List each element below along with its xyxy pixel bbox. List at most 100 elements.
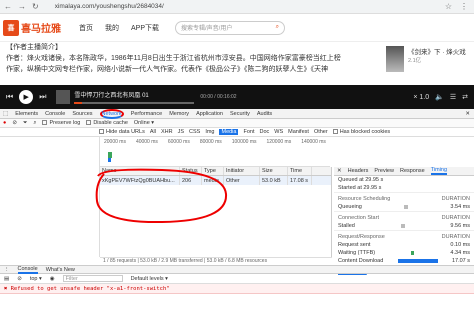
reload-icon[interactable]: ↻ <box>32 2 39 11</box>
levels-select[interactable]: Default levels ▾ <box>131 276 168 282</box>
search-icon[interactable]: ⌕ <box>276 24 279 31</box>
play-count: 2.1亿 <box>408 58 422 64</box>
filter-doc[interactable]: Doc <box>259 129 269 135</box>
clear-console-icon[interactable]: ⊘ <box>17 276 22 282</box>
volume-icon[interactable]: 🔈 <box>435 93 444 101</box>
search-input[interactable]: 搜索专辑/声音/用户 ⌕ <box>175 20 286 35</box>
playlist-icon[interactable]: ☰ <box>450 93 456 101</box>
console-error: ✖ Refused to get unsafe header "x-a1-fro… <box>0 284 474 294</box>
filter-media[interactable]: Media <box>219 129 239 135</box>
tab-sources[interactable]: Sources <box>72 111 92 117</box>
nav-mine[interactable]: 我的 <box>105 23 119 33</box>
filter-xhr[interactable]: XHR <box>161 129 173 135</box>
tab-response[interactable]: Response <box>400 168 425 174</box>
track-time: 00:00 / 00:16:02 <box>200 94 237 100</box>
filter-ws[interactable]: WS <box>274 129 283 135</box>
speed-value: 1.0 <box>419 93 430 101</box>
play-button[interactable]: ▶ <box>19 90 34 104</box>
timing-panel: ✕ Headers Preview Response Timing Queued… <box>334 167 474 277</box>
address-bar: ← → ↻ ximalaya.com/youshengshu/2684034/ … <box>0 0 474 14</box>
close-detail-icon[interactable]: ✕ <box>337 168 342 174</box>
preserve-log-checkbox[interactable]: Preserve log <box>42 120 80 126</box>
tick-label: 60000 ms <box>167 139 190 145</box>
tab-timing[interactable]: Timing <box>430 167 448 175</box>
overview-bar <box>108 158 111 162</box>
console-filter-input[interactable]: Filter <box>62 275 123 282</box>
duration-header: DURATION <box>441 196 470 202</box>
url-field[interactable]: ximalaya.com/youshengshu/2684034/ <box>55 3 164 10</box>
nav-app[interactable]: APP下载 <box>131 23 159 33</box>
tab-security[interactable]: Security <box>230 111 250 117</box>
tab-headers[interactable]: Headers <box>348 168 369 174</box>
filter-other[interactable]: Other <box>314 129 328 135</box>
nav-home[interactable]: 首页 <box>79 23 93 33</box>
download-bar <box>397 259 438 263</box>
throttle-select[interactable]: Online ▾ <box>134 120 154 126</box>
disable-cache-checkbox[interactable]: Disable cache <box>86 120 128 126</box>
inspect-icon[interactable]: ⬚ <box>3 111 8 117</box>
waiting-label: Waiting (TTFB) <box>338 250 376 256</box>
article-line: 作者：烽火戏诸侯，本名陈政华，1986年11月8日出生于浙江省杭州市淳安县。中国… <box>6 55 341 62</box>
tab-audits[interactable]: Audits <box>257 111 272 117</box>
tab-application[interactable]: Application <box>196 111 223 117</box>
col-time[interactable]: Time <box>288 167 312 175</box>
prev-icon[interactable]: ⏮ <box>6 92 13 102</box>
filter-img[interactable]: Img <box>205 129 214 135</box>
drawer-tabs: ⋮ Console What's New <box>0 265 474 274</box>
tab-network[interactable]: Network <box>99 108 124 119</box>
speed-button[interactable]: × 1.0 <box>413 94 429 101</box>
tick-label: 80000 ms <box>199 139 222 145</box>
filter-icon[interactable]: ⏷ <box>23 120 27 127</box>
stalled-value: 9.56 ms <box>450 223 470 229</box>
console-toolbar: ▤ ⊘ top ▾ ◉ Filter Default levels ▾ <box>0 274 474 284</box>
site-logo[interactable]: 喜 喜马拉雅 <box>3 19 61 36</box>
filter-manifest[interactable]: Manifest <box>288 129 309 135</box>
annotation-circle <box>95 168 228 224</box>
queued-at: Queued at 29.95 s <box>338 177 384 183</box>
tab-drawer-console[interactable]: Console <box>17 266 38 274</box>
filter-all[interactable]: All <box>150 129 156 135</box>
eye-icon[interactable]: ◉ <box>50 276 55 282</box>
drawer-menu-icon[interactable]: ⋮ <box>4 267 10 273</box>
progress-fill <box>74 102 82 104</box>
album-cover <box>386 46 404 72</box>
section-scheduling: Resource Scheduling <box>338 196 391 202</box>
tick-label: 120000 ms <box>266 139 292 145</box>
sidebar-icon[interactable]: ▤ <box>4 276 9 282</box>
progress-bar[interactable] <box>74 102 195 104</box>
tab-console[interactable]: Console <box>45 111 65 117</box>
tick-label: 140000 ms <box>301 139 326 145</box>
network-summary: 1 / 85 requests | 53.0 kB / 2.9 MB trans… <box>100 257 332 265</box>
track-title: 雪中悍刀行之西北有凤凰 01 <box>74 93 149 99</box>
clear-icon[interactable]: ⊘ <box>12 120 17 126</box>
blocked-cookies-checkbox[interactable]: Has blocked cookies <box>332 129 390 135</box>
tab-memory[interactable]: Memory <box>169 111 189 117</box>
close-icon[interactable]: ✕ <box>465 111 474 117</box>
queueing-bar <box>404 205 409 209</box>
filter-css[interactable]: CSS <box>189 129 200 135</box>
section-request: Request/Response <box>338 234 385 240</box>
forward-icon[interactable]: → <box>18 2 26 11</box>
network-overview: 20000 ms 40000 ms 60000 ms 80000 ms 1000… <box>100 137 330 167</box>
site-nav: 首页 我的 APP下载 <box>79 23 159 33</box>
hide-data-urls-checkbox[interactable]: Hide data URLs <box>99 129 145 135</box>
filter-js[interactable]: JS <box>178 129 184 135</box>
mode-icon[interactable]: ⇄ <box>462 93 468 101</box>
waiting-value: 4.34 ms <box>450 250 470 256</box>
filter-font[interactable]: Font <box>243 129 254 135</box>
back-icon[interactable]: ← <box>4 2 12 11</box>
tick-label: 20000 ms <box>104 139 126 145</box>
context-select[interactable]: top ▾ <box>30 276 42 282</box>
col-size[interactable]: Size <box>260 167 288 175</box>
request-sent-label: Request sent <box>338 242 371 248</box>
record-icon[interactable]: ● <box>3 120 6 126</box>
tab-preview[interactable]: Preview <box>374 168 394 174</box>
search-icon[interactable]: ⌕ <box>33 120 36 127</box>
tab-whats-new[interactable]: What's New <box>46 267 75 273</box>
tab-performance[interactable]: Performance <box>131 111 163 117</box>
star-icon[interactable]: ☆ <box>445 2 452 11</box>
menu-icon[interactable]: ⋮ <box>460 2 468 11</box>
next-icon[interactable]: ⏭ <box>39 92 46 102</box>
article-heading: 【作者主播简介】 <box>6 44 62 51</box>
tab-elements[interactable]: Elements <box>15 111 38 117</box>
